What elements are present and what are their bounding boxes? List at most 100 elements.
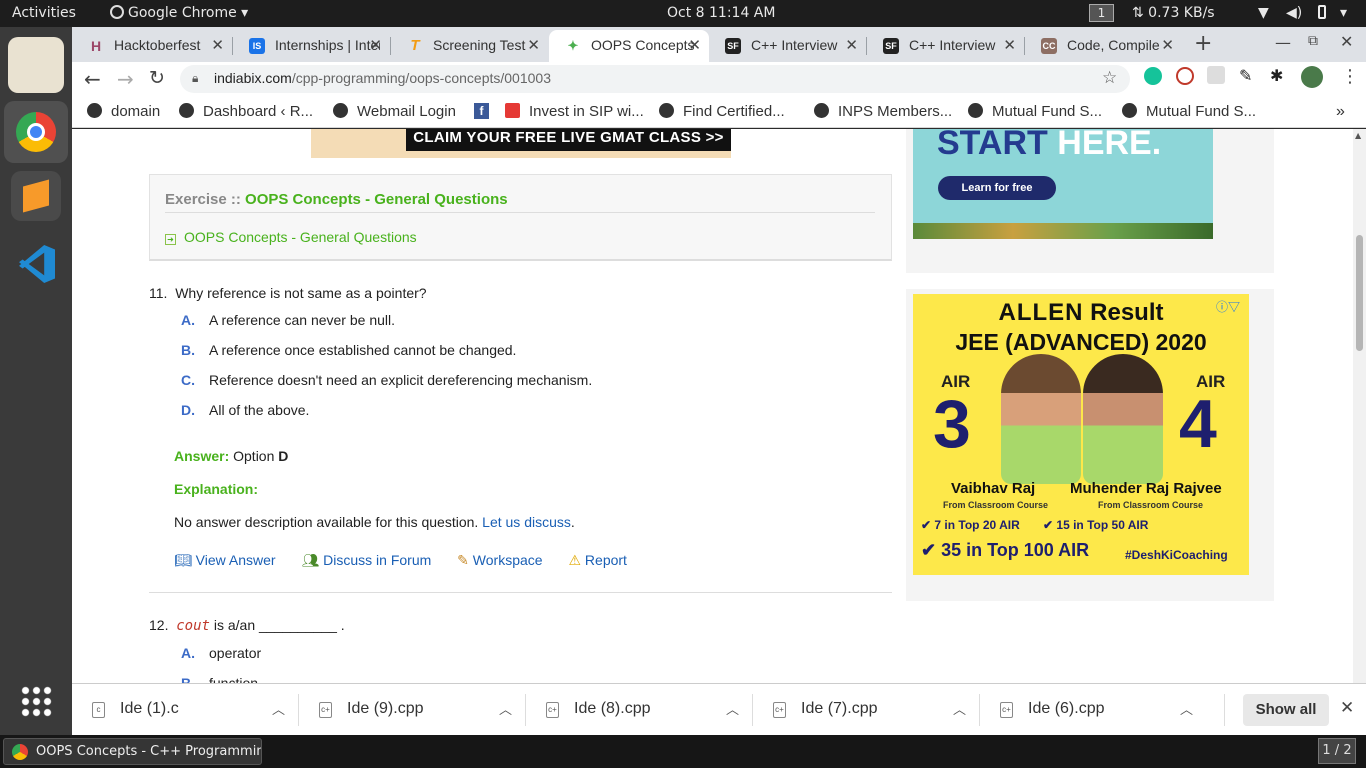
download-item[interactable]: c Ide (1).c ︿ <box>72 684 299 736</box>
reload-icon[interactable]: ↻ <box>149 67 165 89</box>
menu-icon[interactable]: ⋮ <box>1341 66 1359 87</box>
file-icon: c+ <box>773 702 786 718</box>
sublime-text-icon[interactable] <box>11 171 61 221</box>
bookmark-mutual-fund-1[interactable]: Mutual Fund S... <box>968 103 1102 120</box>
network-speed[interactable]: ⇅ 0.73 KB/s <box>1132 5 1215 21</box>
learn-for-free-button[interactable]: Learn for free <box>938 176 1056 200</box>
app-menu[interactable]: Google Chrome ▾ <box>110 5 248 21</box>
view-answer-link[interactable]: 📖︎ View Answer <box>174 552 276 568</box>
workspace-pager[interactable]: 1 / 2 <box>1318 738 1356 764</box>
scroll-up-icon[interactable]: ▲ <box>1355 131 1361 140</box>
files-icon[interactable] <box>8 37 64 93</box>
tab-title: Code, Compile <box>1067 37 1160 53</box>
stat-3: ✔ 35 in Top 100 AIR <box>921 540 1089 561</box>
rank-left: 3 <box>933 386 971 462</box>
close-downloads-icon[interactable]: ✕ <box>1340 698 1354 718</box>
download-item[interactable]: c+ Ide (8).cpp ︿ <box>526 684 753 736</box>
close-icon[interactable]: ✕ <box>527 36 540 54</box>
chevron-up-icon[interactable]: ︿ <box>726 699 739 718</box>
chrome-dock-icon[interactable] <box>4 101 68 163</box>
bookmark-domain[interactable]: domain <box>87 103 160 120</box>
chevron-up-icon[interactable]: ︿ <box>499 699 512 718</box>
bookmark-star-icon[interactable]: ☆ <box>1102 68 1117 88</box>
bookmark-inps[interactable]: INPS Members... <box>814 103 952 120</box>
close-icon[interactable]: ✕ <box>1161 36 1174 54</box>
back-icon[interactable]: ← <box>84 67 101 91</box>
download-item[interactable]: c+ Ide (9).cpp ︿ <box>299 684 526 736</box>
chevron-up-icon[interactable]: ︿ <box>1180 699 1193 718</box>
close-icon[interactable]: ✕ <box>211 36 224 54</box>
extension-icon[interactable] <box>1207 66 1225 84</box>
extension-icon[interactable] <box>1176 67 1194 85</box>
close-icon[interactable]: ✕ <box>369 36 382 54</box>
option-a[interactable]: A. operator <box>181 645 261 661</box>
show-all-button[interactable]: Show all <box>1243 694 1329 726</box>
workspace-link[interactable]: ✎ Workspace <box>457 552 542 568</box>
facebook-bookmark-icon[interactable]: f <box>474 103 489 119</box>
close-icon[interactable]: ✕ <box>688 36 701 54</box>
bookmark-mutual-fund-2[interactable]: Mutual Fund S... <box>1122 103 1256 120</box>
tab-0[interactable]: H Hacktoberfest ✕ <box>72 30 232 62</box>
workspace-indicator[interactable]: 1 <box>1089 4 1114 22</box>
lock-icon[interactable]: 🔒︎ <box>192 71 198 86</box>
show-applications-icon[interactable] <box>20 685 52 717</box>
stat-1: ✔ 7 in Top 20 AIR <box>921 518 1020 532</box>
tab-3-active[interactable]: ✦ OOPS Concepts ✕ <box>549 30 709 62</box>
bookmark-webmail[interactable]: Webmail Login <box>333 103 456 120</box>
taskbar-window-chrome[interactable]: OOPS Concepts - C++ Programmin... <box>3 738 262 765</box>
clock[interactable]: Oct 8 11:14 AM <box>667 5 775 21</box>
close-icon[interactable]: ✕ <box>845 36 858 54</box>
exercise-box: Exercise :: OOPS Concepts - General Ques… <box>149 174 892 261</box>
activities-button[interactable]: Activities <box>12 5 76 21</box>
web-page: CLAIM YOUR FREE LIVE GMAT CLASS >> Exerc… <box>72 129 1353 695</box>
learn-ad[interactable]: START HERE. Learn for free <box>913 129 1213 239</box>
chevron-up-icon[interactable]: ︿ <box>272 699 285 718</box>
system-menu-chevron-icon[interactable]: ▾ <box>1340 5 1347 21</box>
exercise-link[interactable]: OOPS Concepts - General Questions <box>245 191 508 208</box>
extensions-puzzle-icon[interactable]: ✱ <box>1270 66 1283 85</box>
tab-6[interactable]: CC Code, Compile ✕ <box>1025 30 1182 62</box>
extension-icon[interactable]: ✎ <box>1239 66 1252 85</box>
tab-5[interactable]: SF C++ Interview ✕ <box>867 30 1024 62</box>
volume-icon[interactable]: ◀) <box>1286 5 1302 21</box>
option-a[interactable]: A. A reference can never be null. <box>181 312 395 328</box>
allen-ad[interactable]: ⓘ▽ ALLEN Result JEE (ADVANCED) 2020 AIR … <box>913 294 1249 575</box>
wifi-icon[interactable]: ▼ <box>1258 5 1269 21</box>
battery-icon[interactable] <box>1318 5 1326 21</box>
grammarly-icon[interactable] <box>1144 67 1162 85</box>
address-bar[interactable]: 🔒︎ indiabix.com/cpp-programming/oops-con… <box>180 65 1130 93</box>
report-link[interactable]: ⚠ Report <box>568 552 626 568</box>
tab-strip: H Hacktoberfest ✕ IS Internships | Internsh… <box>72 27 1366 62</box>
page-scrollbar[interactable]: ▲ <box>1353 129 1366 695</box>
gmat-ad[interactable]: CLAIM YOUR FREE LIVE GMAT CLASS >> <box>311 129 731 158</box>
chevron-up-icon[interactable]: ︿ <box>953 699 966 718</box>
restore-icon[interactable]: ⧉ <box>1308 33 1318 49</box>
let-us-discuss-link[interactable]: Let us discuss <box>482 514 571 530</box>
discuss-forum-link[interactable]: 👥︎ Discuss in Forum <box>301 552 431 568</box>
exercise-sublink[interactable]: ➜ OOPS Concepts - General Questions <box>165 229 417 245</box>
option-b[interactable]: B. A reference once established cannot be… <box>181 342 516 358</box>
more-bookmarks-icon[interactable]: » <box>1336 103 1345 121</box>
bookmark-dashboard[interactable]: Dashboard ‹ R... <box>179 103 313 120</box>
window-close-icon[interactable]: ✕ <box>1340 32 1353 51</box>
minimize-icon[interactable]: — <box>1275 33 1291 52</box>
tab-4[interactable]: SF C++ Interview ✕ <box>709 30 866 62</box>
tab-2[interactable]: T Screening Test ✕ <box>391 30 548 62</box>
option-text: A reference can never be null. <box>209 312 396 328</box>
forward-icon[interactable]: → <box>117 67 134 91</box>
tab-1[interactable]: IS Internships | Internshala✕ <box>233 30 390 62</box>
close-icon[interactable]: ✕ <box>1003 36 1016 54</box>
bookmark-find-certified[interactable]: Find Certified... <box>659 103 785 120</box>
url-text[interactable]: indiabix.com/cpp-programming/oops-concep… <box>214 70 551 86</box>
download-name: Ide (8).cpp <box>574 700 651 717</box>
vscode-icon[interactable] <box>11 239 61 289</box>
download-item[interactable]: c+ Ide (6).cpp ︿ <box>980 684 1225 736</box>
option-d[interactable]: D. All of the above. <box>181 402 309 418</box>
new-tab-icon[interactable]: + <box>1194 31 1212 56</box>
question-number: 11. <box>149 285 168 301</box>
option-c[interactable]: C. Reference doesn't need an explicit der… <box>181 372 592 388</box>
scrollbar-thumb[interactable] <box>1356 235 1363 351</box>
download-item[interactable]: c+ Ide (7).cpp ︿ <box>753 684 980 736</box>
bookmark-invest-sip[interactable]: Invest in SIP wi... <box>505 103 644 120</box>
profile-avatar[interactable] <box>1301 66 1323 88</box>
